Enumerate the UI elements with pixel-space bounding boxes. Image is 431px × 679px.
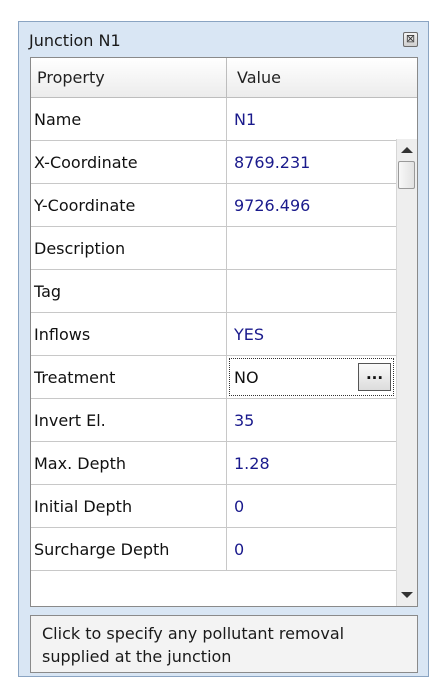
property-value: 8769.231 [234,153,311,172]
column-header-value-label: Value [237,68,281,87]
column-header-value[interactable]: Value [227,58,417,98]
property-value: YES [234,325,265,344]
property-value-cell[interactable] [227,270,396,312]
property-hint-panel: Click to specify any pollutant removal s… [30,615,418,673]
property-row-treatment[interactable]: Treatment NO ... [31,356,396,399]
property-value-cell[interactable]: 35 [227,399,396,441]
property-row-invert-elevation[interactable]: Invert El. 35 [31,399,396,442]
property-row-max-depth[interactable]: Max. Depth 1.28 [31,442,396,485]
property-label: Invert El. [34,411,106,430]
property-value: N1 [234,110,257,129]
property-row-tag[interactable]: Tag [31,270,396,313]
property-value-cell[interactable]: N1 [227,98,396,140]
property-label: Max. Depth [34,454,126,473]
property-value: 35 [234,411,255,430]
property-value-cell[interactable]: YES [227,313,396,355]
property-value-cell[interactable] [227,227,396,269]
property-label: Surcharge Depth [34,540,170,559]
window-title: Junction N1 [29,31,121,50]
property-label: Name [34,110,82,129]
property-row-name[interactable]: Name N1 [31,98,396,141]
scroll-down-arrow-icon[interactable] [401,592,413,598]
property-row-inflows[interactable]: Inflows YES [31,313,396,356]
property-row-x-coordinate[interactable]: X-Coordinate 8769.231 [31,141,396,184]
property-value: 1.28 [234,454,270,473]
property-label: Initial Depth [34,497,133,516]
property-label: X-Coordinate [34,153,138,172]
property-value-cell[interactable]: 8769.231 [227,141,396,183]
property-value-cell[interactable]: 1.28 [227,442,396,484]
property-label: Y-Coordinate [34,196,136,215]
column-header-property-label: Property [37,68,105,87]
column-header-property[interactable]: Property [31,58,227,98]
property-label: Treatment [34,368,116,387]
property-label: Inflows [34,325,91,344]
property-label: Tag [34,282,62,301]
vertical-scrollbar[interactable] [396,139,417,606]
property-value: 0 [234,497,245,516]
property-value-cell[interactable]: 0 [227,528,396,570]
property-row-description[interactable]: Description [31,227,396,270]
property-value: 9726.496 [234,196,311,215]
property-value-cell[interactable]: 9726.496 [227,184,396,226]
scrollbar-thumb[interactable] [398,161,415,189]
property-editor-window: Junction N1 ⊠ Property Value Name N1 X-C… [18,21,429,677]
property-hint-text: Click to specify any pollutant removal s… [42,624,345,666]
property-value: NO [234,368,259,387]
property-grid: Property Value Name N1 X-Coordinate 8769… [30,57,418,607]
property-value-cell[interactable]: 0 [227,485,396,527]
property-value-cell-active[interactable]: NO ... [227,356,396,398]
property-label: Description [34,239,126,258]
title-bar[interactable]: Junction N1 ⊠ [19,22,428,54]
close-icon[interactable]: ⊠ [403,32,418,47]
scroll-up-arrow-icon[interactable] [401,147,413,153]
ellipsis-button[interactable]: ... [358,363,391,391]
property-value: 0 [234,540,245,559]
property-row-initial-depth[interactable]: Initial Depth 0 [31,485,396,528]
property-row-surcharge-depth[interactable]: Surcharge Depth 0 [31,528,396,571]
property-row-y-coordinate[interactable]: Y-Coordinate 9726.496 [31,184,396,227]
